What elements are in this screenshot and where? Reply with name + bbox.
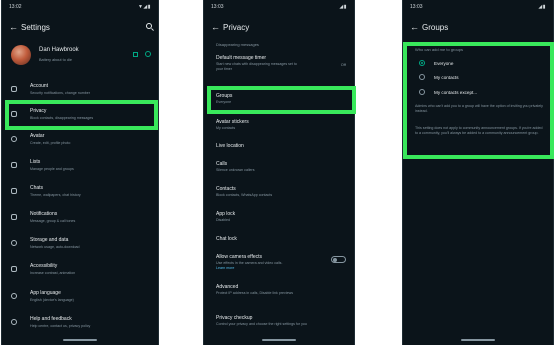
option-label: Everyone <box>434 61 454 66</box>
chat-icon <box>11 188 17 194</box>
item-label: Privacy checkup <box>216 315 253 321</box>
item-label: Lists <box>30 159 41 165</box>
item-sub: your timer <box>216 67 232 71</box>
item-sub: Manage people and groups <box>30 167 74 171</box>
back-arrow-icon[interactable]: ← <box>9 22 18 32</box>
item-label: Accessibility <box>30 263 58 269</box>
item-label: Advanced <box>216 284 239 290</box>
status-bar: 13:02 ▼◢▮ <box>9 3 151 11</box>
add-account-icon[interactable] <box>145 51 151 57</box>
status-time: 13:03 <box>410 4 423 10</box>
item-label: Avatar stickers <box>216 119 249 125</box>
option-everyone[interactable]: Everyone <box>403 58 553 69</box>
admin-note: Admins who can't add you to a group will… <box>415 104 543 114</box>
app-bar: ← Settings <box>2 20 158 36</box>
avatar[interactable] <box>11 45 31 65</box>
page-title: Groups <box>422 23 449 32</box>
item-label: Help and feedback <box>30 316 72 322</box>
privacy-screen: 13:03 ◢▮ ← Privacy Disappearing messages… <box>203 0 355 345</box>
item-label: Contacts <box>216 186 236 192</box>
profile-about: Battery about to die <box>39 58 72 62</box>
radio[interactable] <box>419 74 425 80</box>
section-header: Disappearing messages <box>216 42 259 47</box>
radio[interactable] <box>419 89 425 95</box>
item-sub: Block contacts, disappearing messages <box>30 116 94 120</box>
item-label: Default message timer <box>216 55 267 61</box>
status-time: 13:02 <box>9 4 22 10</box>
item-sub: Network usage, auto-download <box>30 245 80 249</box>
item-label: Chats <box>30 185 44 191</box>
status-bar: 13:03 ◢▮ <box>410 3 546 11</box>
key-icon <box>11 86 17 92</box>
avatar-icon <box>11 136 17 142</box>
globe-icon <box>11 293 17 299</box>
option-my-contacts[interactable]: My contacts <box>403 72 553 83</box>
signal-icon: ▼◢▮ <box>137 4 151 10</box>
community-note: This setting does not apply to community… <box>415 126 543 136</box>
item-label: Calls <box>216 161 228 167</box>
item-label: Allow camera effects <box>216 254 263 260</box>
item-label: App language <box>30 290 61 296</box>
question-label: Who can add me to groups <box>415 47 464 52</box>
item-sub: My contacts <box>216 126 236 130</box>
home-indicator <box>461 339 495 341</box>
item-label: Notifications <box>30 211 58 217</box>
search-icon[interactable] <box>146 23 152 29</box>
item-label: Account <box>30 83 49 89</box>
option-label: My contacts except... <box>434 90 478 95</box>
item-sub: Security notifications, change number <box>30 91 90 95</box>
status-bar: 13:03 ◢▮ <box>211 3 347 11</box>
item-sub: Use effects in the camera and video call… <box>216 261 283 265</box>
back-arrow-icon[interactable]: ← <box>410 22 419 32</box>
groups-screen: 13:03 ◢▮ ← Groups Who can add me to grou… <box>402 0 554 345</box>
app-bar: ← Privacy <box>204 20 354 36</box>
item-sub: Control your privacy and choose the righ… <box>216 322 307 326</box>
lock-icon <box>11 111 17 117</box>
page-title: Settings <box>21 23 50 32</box>
profile-name: Dan Hawbrook <box>39 47 79 53</box>
item-sub: Theme, wallpapers, chat history <box>30 193 81 197</box>
item-sub: Block contacts, WhatsApp contacts <box>216 193 273 197</box>
item-label: Groups <box>216 93 233 99</box>
item-label: Storage and data <box>30 237 69 243</box>
item-sub: Protect IP address in calls, Disable lin… <box>216 291 294 295</box>
qr-code-icon[interactable] <box>133 52 138 57</box>
home-indicator <box>63 339 97 341</box>
status-time: 13:03 <box>211 4 224 10</box>
item-sub: Help centre, contact us, privacy policy <box>30 324 91 328</box>
settings-screen: 13:02 ▼◢▮ ← Settings Dan Hawbrook Batter… <box>1 0 159 345</box>
option-my-contacts-except[interactable]: My contacts except... <box>403 87 553 98</box>
item-label: Avatar <box>30 133 45 139</box>
option-label: My contacts <box>434 75 459 80</box>
item-label: App lock <box>216 211 236 217</box>
bell-icon <box>11 214 17 220</box>
learn-more-link[interactable]: Learn more <box>216 266 234 270</box>
help-icon <box>11 319 17 325</box>
back-arrow-icon[interactable]: ← <box>211 22 220 32</box>
item-sub: Increase contrast, animation <box>30 271 76 275</box>
home-indicator <box>262 339 296 341</box>
item-sub: Create, edit, profile photo <box>30 141 71 145</box>
page-title: Privacy <box>223 23 250 32</box>
item-sub: Start new chats with disappearing messag… <box>216 62 297 66</box>
item-sub: Everyone <box>216 100 232 104</box>
item-sub: Disabled <box>216 218 230 222</box>
item-sub: Silence unknown callers <box>216 168 255 172</box>
item-sub: Message, group & call tones <box>30 219 76 223</box>
radio-selected[interactable] <box>419 60 425 66</box>
item-label: Live location <box>216 143 244 149</box>
storage-icon <box>11 240 17 246</box>
camera-effects-toggle[interactable] <box>331 256 346 263</box>
item-sub: English (device's language) <box>30 298 74 302</box>
app-bar: ← Groups <box>403 20 553 36</box>
signal-icon: ◢▮ <box>339 4 347 10</box>
item-label: Privacy <box>30 108 47 114</box>
item-label: Chat lock <box>216 236 237 242</box>
timer-value: Off <box>340 62 346 67</box>
accessibility-icon <box>11 266 17 272</box>
list-icon <box>11 162 17 168</box>
signal-icon: ◢▮ <box>538 4 546 10</box>
